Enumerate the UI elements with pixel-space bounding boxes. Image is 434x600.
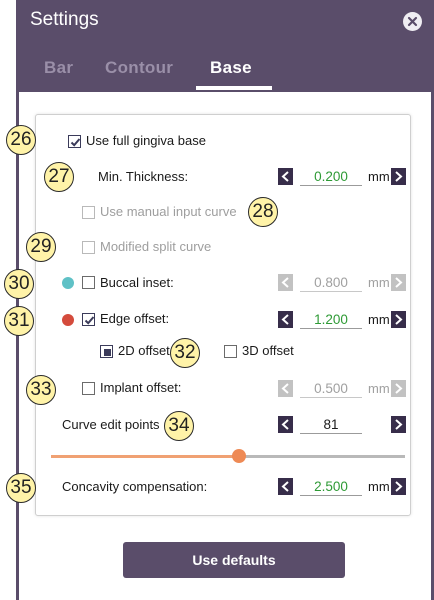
panel-title: Settings [30,9,99,30]
callout-30: 30 [4,269,34,299]
min-thickness-unit: mm [368,169,390,184]
implant-offset-decrease-button[interactable] [278,380,293,397]
content-area: Use full gingiva base Min. Thickness: 0.… [19,92,431,600]
concavity-compensation-decrease-button[interactable] [278,478,293,495]
callout-34: 34 [164,411,194,441]
active-tab-indicator [196,86,272,90]
offset-3d-radio[interactable] [224,345,237,358]
settings-panel: Settings Bar Contour Base Use full gingi… [16,0,434,600]
concavity-compensation-value[interactable]: 2.500 [300,478,362,496]
base-settings-group: Use full gingiva base Min. Thickness: 0.… [35,114,411,516]
callout-31: 31 [4,306,34,336]
use-full-gingiva-base-label: Use full gingiva base [86,133,206,148]
curve-edit-points-slider-fill[interactable] [51,455,238,458]
min-thickness-value[interactable]: 0.200 [300,168,362,186]
callout-28: 28 [248,197,278,227]
implant-offset-value[interactable]: 0.500 [300,380,362,398]
offset-2d-label: 2D offset [118,343,170,358]
curve-edit-points-label: Curve edit points [62,417,160,432]
tab-bar[interactable]: Bar [44,58,73,78]
edge-offset-value[interactable]: 1.200 [300,311,362,329]
edge-offset-unit: mm [368,312,390,327]
concavity-compensation-label: Concavity compensation: [62,479,208,494]
min-thickness-label: Min. Thickness: [98,169,189,184]
concavity-compensation-increase-button[interactable] [391,478,406,495]
tab-base[interactable]: Base [210,58,252,78]
edge-offset-decrease-button[interactable] [278,311,293,328]
modified-split-curve-label: Modified split curve [100,239,212,254]
callout-27: 27 [44,162,74,192]
callout-32: 32 [170,338,200,368]
curve-edit-points-increase-button[interactable] [391,416,406,433]
curve-edit-points-decrease-button[interactable] [278,416,293,433]
curve-edit-points-slider-track[interactable] [238,455,405,458]
min-thickness-decrease-button[interactable] [278,168,293,185]
buccal-inset-unit: mm [368,275,390,290]
buccal-inset-color-dot [62,277,74,289]
offset-3d-label: 3D offset [242,343,294,358]
tab-contour[interactable]: Contour [105,58,173,78]
title-bar: Settings [16,0,434,44]
callout-29: 29 [26,232,56,262]
implant-offset-label: Implant offset: [100,380,182,395]
buccal-inset-increase-button[interactable] [391,274,406,291]
edge-offset-color-dot [62,314,74,326]
curve-edit-points-slider-thumb[interactable] [232,449,246,463]
buccal-inset-value[interactable]: 0.800 [300,274,362,292]
min-thickness-increase-button[interactable] [391,168,406,185]
callout-33: 33 [26,375,56,405]
implant-offset-increase-button[interactable] [391,380,406,397]
buccal-inset-checkbox[interactable] [82,276,95,289]
implant-offset-unit: mm [368,381,390,396]
curve-edit-points-value[interactable]: 81 [300,416,362,434]
modified-split-curve-checkbox[interactable] [82,241,95,254]
offset-2d-radio[interactable] [100,345,113,358]
edge-offset-checkbox[interactable] [82,313,95,326]
edge-offset-label: Edge offset: [100,311,170,326]
use-defaults-button[interactable]: Use defaults [123,542,345,578]
edge-offset-increase-button[interactable] [391,311,406,328]
implant-offset-checkbox[interactable] [82,382,95,395]
close-icon[interactable] [403,12,422,31]
callout-26: 26 [6,125,36,155]
use-manual-input-curve-label: Use manual input curve [100,204,237,219]
concavity-compensation-unit: mm [368,479,390,494]
use-manual-input-curve-checkbox[interactable] [82,206,95,219]
buccal-inset-decrease-button[interactable] [278,274,293,291]
callout-35: 35 [6,473,36,503]
tab-bar: Bar Contour Base [16,44,434,92]
buccal-inset-label: Buccal inset: [100,275,174,290]
use-full-gingiva-base-checkbox[interactable] [68,135,81,148]
